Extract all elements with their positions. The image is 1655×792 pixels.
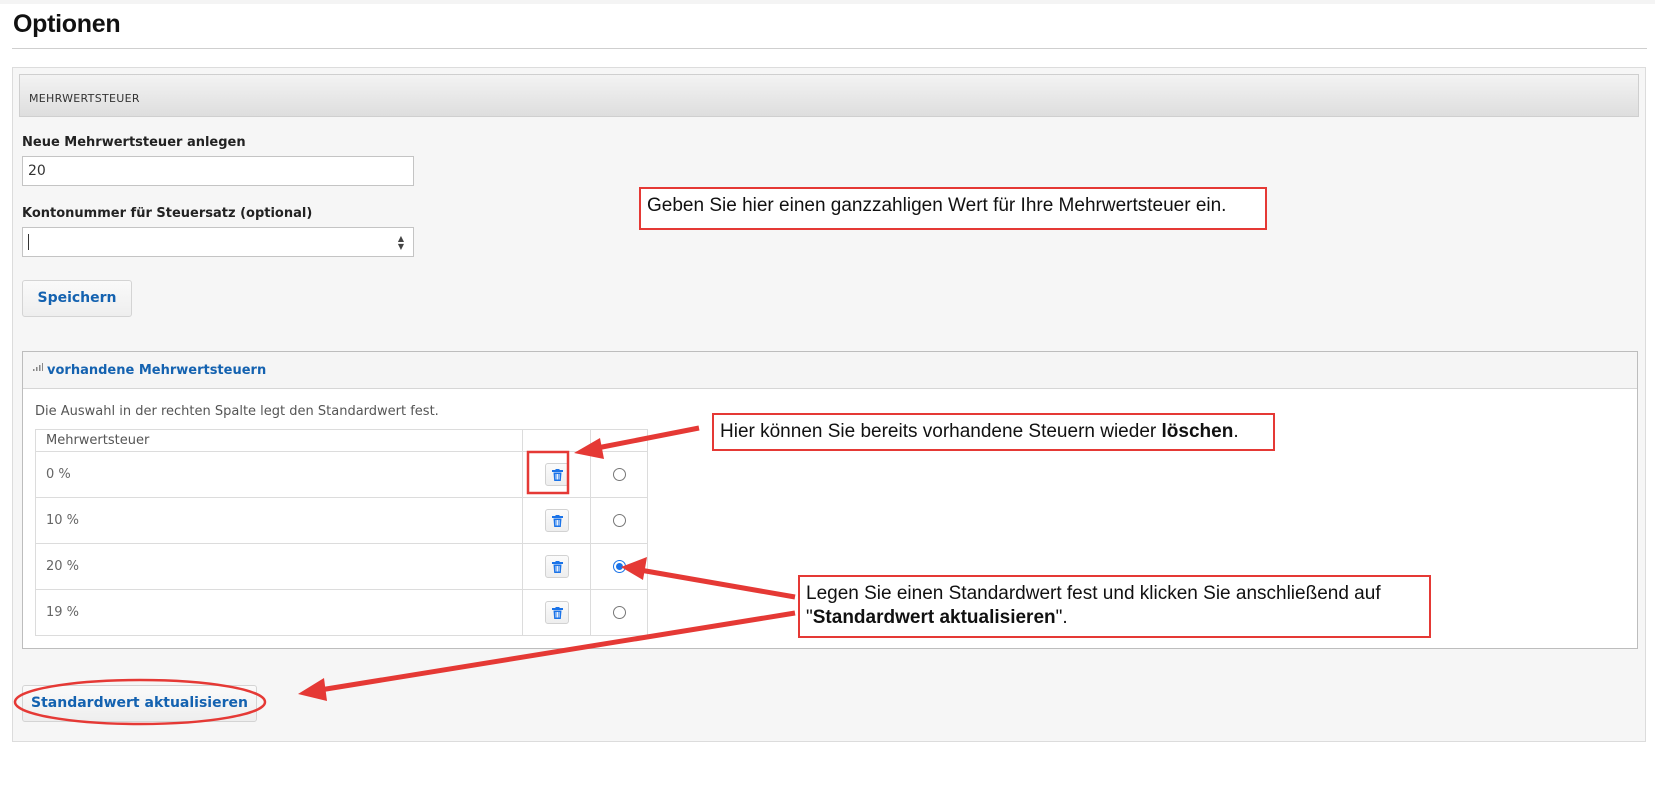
update-arrow-head [298, 678, 327, 701]
update-button-highlight-ellipse [13, 678, 267, 726]
annotation-overlay [13, 425, 796, 726]
update-arrow-line [319, 610, 796, 693]
delete-arrow-line [591, 425, 700, 452]
default-arrow-head [621, 557, 647, 580]
default-arrow-line [639, 567, 796, 600]
delete-highlight-box [526, 450, 570, 495]
delete-arrow-head [574, 438, 604, 459]
